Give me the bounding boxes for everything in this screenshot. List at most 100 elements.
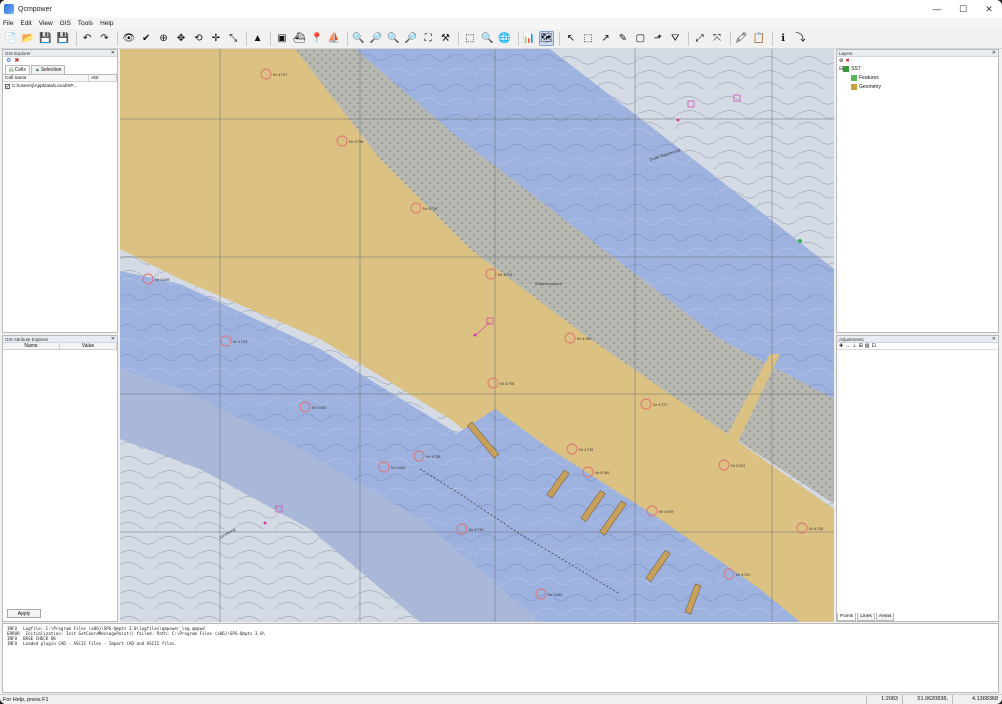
column-header-value[interactable]: Value [60, 343, 117, 349]
gis-explorer-title-text: GIS Explorer [5, 51, 31, 56]
pan-arrows-icon[interactable]: ✛ [208, 31, 223, 46]
column-header-cell-name[interactable]: Cell name [3, 75, 89, 81]
highlighter-icon[interactable]: 🖍 [734, 31, 749, 46]
panel-close-icon[interactable]: ✕ [992, 50, 996, 57]
layer-group-icon [843, 65, 850, 72]
check-icon[interactable]: ✔ [139, 31, 154, 46]
toolbar-separator [458, 31, 460, 46]
zoom-in-red-icon[interactable]: 🔍 [351, 31, 366, 46]
zoom-out-red-icon[interactable]: 🔎 [368, 31, 383, 46]
grid-icon[interactable]: ⊞ [859, 343, 863, 349]
apply-button[interactable]: Apply [7, 609, 41, 618]
ship-icon[interactable]: ⛴ [292, 31, 307, 46]
new-file-icon[interactable]: 📄 [3, 31, 18, 46]
open-folder-icon[interactable]: 📂 [20, 31, 35, 46]
tab-points[interactable]: Points [837, 613, 857, 621]
undo-icon[interactable]: ↶ [80, 31, 95, 46]
panel-close-icon[interactable]: ✕ [111, 50, 115, 57]
view-icon[interactable]: 👁 [121, 31, 136, 46]
tree-item-geometry[interactable]: Geometry [837, 82, 998, 91]
depth-label: Nr 4723 [233, 340, 247, 344]
select-area-icon[interactable]: ▢ [633, 31, 648, 46]
move-point-icon[interactable]: ✥ [174, 31, 189, 46]
depth-label: Nr 4734 [809, 527, 824, 531]
depth-label: Nr 5439 [659, 510, 674, 514]
toolbar-separator [246, 31, 248, 46]
zoom-in-icon[interactable]: 🔍 [386, 31, 401, 46]
pin-icon[interactable]: ⊥ [852, 343, 856, 349]
pick-icon[interactable]: ⤵ [793, 31, 808, 46]
tab-cells[interactable]: ▤ Cells [5, 65, 30, 74]
layer-red-icon[interactable]: ▣ [274, 31, 289, 46]
tab-areas[interactable]: Areas [875, 613, 895, 621]
globe-icon[interactable]: 🌐 [497, 31, 512, 46]
minimize-button[interactable]: — [924, 0, 950, 18]
edit-line-icon[interactable]: ⤡ [226, 31, 241, 46]
map-canvas[interactable]: Nr 4737 Nr 4736 Nr 4725 Nr 5449 Nr 4724 … [120, 49, 834, 622]
rotate-icon[interactable]: ⟲ [191, 31, 206, 46]
depth-label: Nr 4751 [736, 573, 750, 577]
select-box-icon[interactable]: ⬚ [581, 31, 596, 46]
column-header-name[interactable]: Name [3, 343, 60, 349]
log-text: Loaded plugin CAD - ASCII Files - Import… [23, 641, 177, 646]
add-icon[interactable]: ✚ [839, 343, 843, 349]
menu-help[interactable]: Help [100, 20, 113, 27]
depth-label: Nr 4725 [423, 207, 437, 211]
toolbar-separator [688, 31, 690, 46]
zoom-tool-icon[interactable]: ⚒ [438, 31, 453, 46]
zoom-out-icon[interactable]: 🔎 [403, 31, 418, 46]
menu-tools[interactable]: Tools [78, 20, 93, 27]
adjustments-panel: Adjustments ✕ ✚ ↔ ⊥ ⊞ ▧ ⊡ Points Lines A… [836, 335, 999, 622]
panel-close-icon[interactable]: ✕ [111, 336, 115, 343]
remove-icon[interactable]: ✖ [14, 57, 19, 64]
adjustments-title-text: Adjustments [839, 337, 864, 342]
panel-close-icon[interactable]: ✕ [992, 336, 996, 343]
zoom-extent-icon[interactable]: ⛶ [421, 31, 436, 46]
menu-file[interactable]: File [3, 20, 13, 27]
select-feature-icon[interactable]: ⬏ [650, 31, 665, 46]
log-output-panel[interactable]: INFO Logfile: C:\Program Files (x86)\SPS-… [2, 623, 999, 693]
close-button[interactable]: ✕ [976, 0, 1002, 18]
info-icon[interactable]: ℹ [776, 31, 791, 46]
select-arrow-icon[interactable]: ↖ [563, 31, 578, 46]
save-all-icon[interactable]: 💾 [55, 31, 70, 46]
triangle-icon[interactable]: ▲ [250, 31, 265, 46]
select-poly-icon[interactable]: ↗ [598, 31, 613, 46]
cell-checkbox[interactable]: ✔ [5, 83, 10, 89]
boat-icon[interactable]: ⛵ [327, 31, 342, 46]
chart-icon[interactable]: 📊 [522, 31, 537, 46]
menu-edit[interactable]: Edit [20, 20, 31, 27]
lock-icon[interactable]: ⊡ [872, 343, 876, 349]
search-icon[interactable]: 🔍 [480, 31, 495, 46]
marker-icon[interactable]: 📍 [309, 31, 324, 46]
move-icon[interactable]: ↔ [845, 343, 850, 349]
report-icon[interactable]: 📋 [751, 31, 766, 46]
table-row[interactable]: ✔ C:\Users\j\AppData\Local\SP... [3, 82, 117, 90]
menu-gis[interactable]: GIS [60, 20, 71, 27]
save-icon[interactable]: 💾 [38, 31, 53, 46]
depth-label: Nr 4760 [595, 471, 610, 475]
column-header-attr[interactable]: Attr [89, 75, 117, 81]
layers-remove-icon[interactable]: ✖ [845, 58, 849, 64]
layers-settings-icon[interactable]: ⚙ [839, 58, 843, 64]
maximize-button[interactable]: ☐ [950, 0, 976, 18]
map-layer-icon[interactable]: 🗺 [538, 31, 554, 46]
place-label: Slibbersoppen [535, 281, 563, 286]
pencil-icon[interactable]: ✎ [616, 31, 631, 46]
measure-icon[interactable]: ⤢ [692, 31, 707, 46]
measure-area-icon[interactable]: ⤧ [709, 31, 724, 46]
layer-icon[interactable]: ▧ [865, 343, 870, 349]
settings-icon[interactable]: ⚙ [6, 57, 11, 64]
log-type: INFO [7, 641, 18, 646]
redo-icon[interactable]: ↷ [97, 31, 112, 46]
zoom-box-icon[interactable]: ⬚ [462, 31, 477, 46]
tab-selection[interactable]: ▲ Selection [30, 65, 66, 74]
chart-map[interactable]: Nr 4737 Nr 4736 Nr 4725 Nr 5449 Nr 4724 … [120, 49, 834, 622]
tab-lines[interactable]: Lines [857, 613, 875, 621]
tree-item-features[interactable]: Features [837, 73, 998, 82]
gis-explorer-panel: GIS Explorer ✕ ⚙ ✖ ▤ Cells ▲ Selection C… [2, 49, 118, 333]
menu-view[interactable]: View [39, 20, 53, 27]
tree-item-root[interactable]: ⊟ SS7 [837, 64, 998, 73]
add-point-icon[interactable]: ⊕ [156, 31, 171, 46]
filter-icon[interactable]: ⛛ [668, 31, 683, 46]
